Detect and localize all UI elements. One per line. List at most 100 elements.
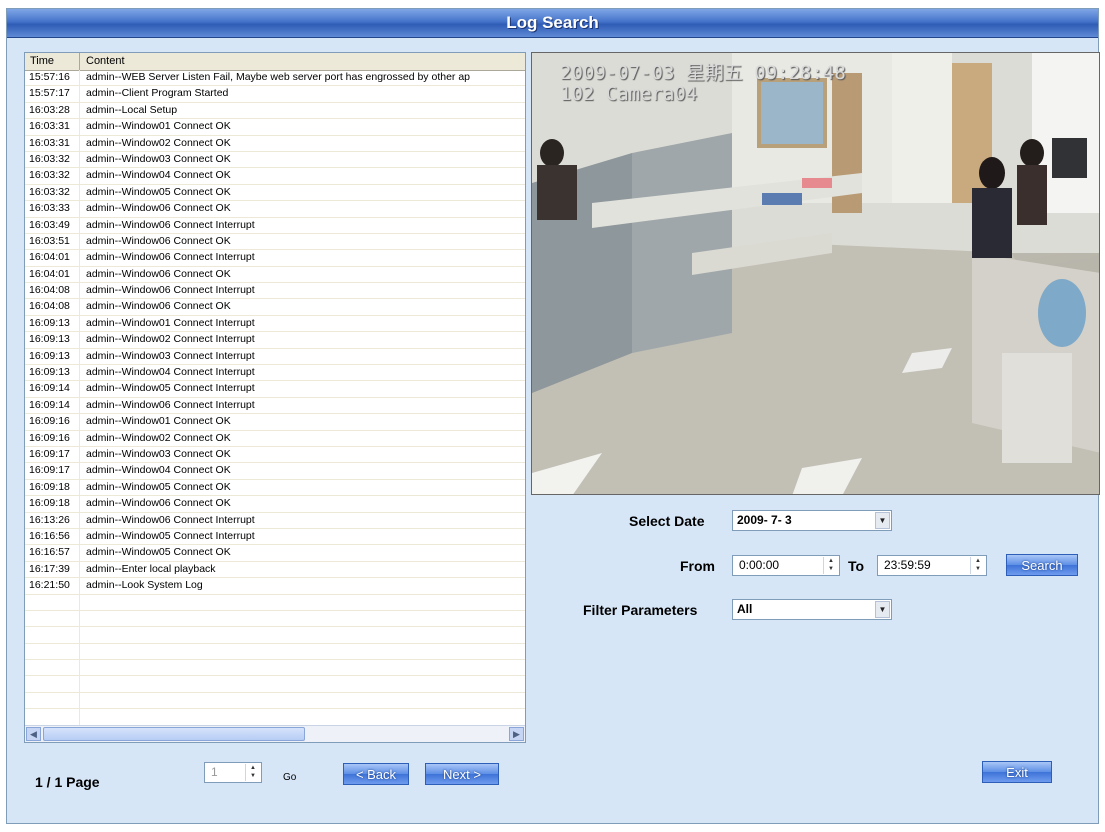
row-content	[80, 660, 525, 675]
table-row[interactable]	[25, 643, 525, 661]
row-time: 16:09:16	[25, 430, 80, 446]
table-row[interactable]: 16:21:50 admin--Look System Log	[25, 578, 525, 595]
table-row[interactable]: 16:03:32 admin--Window05 Connect OK	[25, 184, 525, 202]
column-header-content[interactable]: Content	[80, 53, 525, 70]
video-overlay: 2009-07-03 星期五 09:28:48 102 Camera04	[560, 63, 846, 105]
to-time-spinner[interactable]: 23:59:59 ▲ ▼	[877, 555, 987, 576]
table-row[interactable]: 16:17:39 admin--Enter local playback	[25, 561, 525, 579]
table-row[interactable]	[25, 610, 525, 628]
table-row[interactable]: 16:04:08 admin--Window06 Connect Interrup…	[25, 283, 525, 300]
table-row[interactable]: 16:09:13 admin--Window04 Connect Interrup…	[25, 365, 525, 382]
page-number-value: 1	[211, 765, 218, 779]
table-row[interactable]: 15:57:16 admin--WEB Server Listen Fail, M…	[25, 70, 525, 87]
row-content: admin--Window06 Connect Interrupt	[86, 251, 255, 264]
row-content	[80, 709, 525, 724]
row-time	[25, 676, 80, 692]
filter-parameters-label: Filter Parameters	[583, 602, 698, 618]
table-row[interactable]: 16:13:26 admin--Window06 Connect Interrup…	[25, 512, 525, 529]
filter-parameters-value: All	[737, 602, 753, 616]
exit-button[interactable]: Exit	[982, 761, 1052, 783]
table-row[interactable]: 16:03:33 admin--Window06 Connect OK	[25, 201, 525, 218]
chevron-down-icon[interactable]: ▼	[875, 601, 890, 618]
row-content: admin--Window02 Connect Interrupt	[86, 333, 255, 346]
table-row[interactable]: 16:09:14 admin--Window06 Connect Interrup…	[25, 397, 525, 415]
table-row[interactable]: 16:03:49 admin--Window06 Connect Interrup…	[25, 217, 525, 234]
spinner-arrows-icon[interactable]: ▲ ▼	[970, 557, 985, 574]
row-time: 16:09:14	[25, 381, 80, 397]
scroll-right-icon[interactable]: ▶	[509, 727, 524, 741]
table-row[interactable]: 16:03:31 admin--Window01 Connect OK	[25, 119, 525, 136]
table-row[interactable]	[25, 627, 525, 644]
row-time: 16:09:13	[25, 348, 80, 365]
next-button[interactable]: Next >	[425, 763, 499, 785]
row-time: 16:03:32	[25, 184, 80, 201]
back-button[interactable]: < Back	[343, 763, 409, 785]
table-row[interactable]	[25, 660, 525, 677]
column-header-time[interactable]: Time	[25, 53, 80, 70]
table-row[interactable]: 16:09:13 admin--Window01 Connect Interrup…	[25, 315, 525, 333]
table-row[interactable]: 16:04:08 admin--Window06 Connect OK	[25, 299, 525, 316]
table-row[interactable]: 16:09:16 admin--Window01 Connect OK	[25, 414, 525, 431]
row-content: admin--Window06 Connect Interrupt	[86, 284, 255, 297]
row-time: 16:21:50	[25, 578, 80, 594]
row-content: admin--Window05 Connect Interrupt	[86, 529, 255, 542]
row-content: admin--Window06 Connect OK	[86, 202, 231, 215]
row-content	[80, 595, 525, 610]
spinner-arrows-icon[interactable]: ▲ ▼	[245, 764, 260, 781]
row-time: 16:03:31	[25, 119, 80, 135]
row-content: admin--Window05 Connect OK	[86, 185, 231, 198]
row-content: admin--Window01 Connect OK	[86, 120, 231, 133]
row-content	[80, 693, 525, 708]
table-row[interactable]: 16:09:14 admin--Window05 Connect Interrup…	[25, 381, 525, 398]
row-content: admin--Window03 Connect Interrupt	[86, 349, 255, 362]
table-row[interactable]: 16:09:17 admin--Window03 Connect OK	[25, 446, 525, 464]
table-row[interactable]	[25, 676, 525, 693]
video-timestamp: 2009-07-03 星期五 09:28:48	[560, 62, 846, 84]
table-row[interactable]: 16:04:01 admin--Window06 Connect Interrup…	[25, 250, 525, 267]
row-content: admin--Window02 Connect OK	[86, 136, 231, 149]
row-time: 16:03:31	[25, 135, 80, 151]
table-row[interactable]: 15:57:17 admin--Client Program Started	[25, 86, 525, 103]
row-time	[25, 692, 80, 709]
table-row[interactable]: 16:03:31 admin--Window02 Connect OK	[25, 135, 525, 152]
log-table-header: Time Content	[25, 53, 525, 71]
row-content: admin--Window04 Connect OK	[86, 464, 231, 477]
from-time-spinner[interactable]: 0:00:00 ▲ ▼	[732, 555, 840, 576]
row-content: admin--WEB Server Listen Fail, Maybe web…	[86, 71, 471, 83]
table-row[interactable]: 16:03:28 admin--Local Setup	[25, 102, 525, 120]
log-table[interactable]: Time Content 15:57:16 admin--WEB Server L…	[24, 52, 526, 743]
table-row[interactable]: 16:04:01 admin--Window06 Connect OK	[25, 266, 525, 284]
table-row[interactable]	[25, 692, 525, 710]
table-row[interactable]: 16:03:32 admin--Window04 Connect OK	[25, 168, 525, 185]
select-date-value: 2009- 7- 3	[737, 513, 792, 527]
row-time	[25, 660, 80, 676]
go-label[interactable]: Go	[283, 772, 296, 783]
table-row[interactable]: 16:16:56 admin--Window05 Connect Interrup…	[25, 528, 525, 546]
table-row[interactable]: 16:09:16 admin--Window02 Connect OK	[25, 430, 525, 447]
scroll-left-icon[interactable]: ◀	[26, 727, 41, 741]
table-row[interactable]: 16:09:13 admin--Window02 Connect Interrup…	[25, 332, 525, 349]
filter-parameters-dropdown[interactable]: All ▼	[732, 599, 892, 620]
table-row[interactable]: 16:09:18 admin--Window05 Connect OK	[25, 479, 525, 497]
scroll-thumb[interactable]	[43, 727, 305, 741]
row-content: admin--Window06 Connect Interrupt	[86, 513, 255, 526]
to-time-value: 23:59:59	[884, 558, 931, 572]
horizontal-scrollbar[interactable]: ◀ ▶	[25, 725, 525, 742]
table-row[interactable]: 16:09:17 admin--Window04 Connect OK	[25, 463, 525, 480]
table-row[interactable]	[25, 594, 525, 611]
video-preview: 2009-07-03 星期五 09:28:48 102 Camera04	[531, 52, 1100, 495]
table-row[interactable]: 16:09:18 admin--Window06 Connect OK	[25, 496, 525, 513]
search-button[interactable]: Search	[1006, 554, 1078, 576]
table-row[interactable]: 16:03:51 admin--Window06 Connect OK	[25, 233, 525, 251]
table-row[interactable]: 16:16:57 admin--Window05 Connect OK	[25, 545, 525, 562]
table-row[interactable]	[25, 709, 525, 726]
page-number-input[interactable]: 1 ▲ ▼	[204, 762, 262, 783]
table-row[interactable]: 16:03:32 admin--Window03 Connect OK	[25, 151, 525, 169]
row-time: 15:57:16	[25, 70, 80, 86]
select-date-dropdown[interactable]: 2009- 7- 3 ▼	[732, 510, 892, 531]
row-time: 16:03:49	[25, 217, 80, 233]
table-row[interactable]: 16:09:13 admin--Window03 Connect Interrup…	[25, 348, 525, 366]
to-label: To	[848, 558, 865, 574]
chevron-down-icon[interactable]: ▼	[875, 512, 890, 529]
spinner-arrows-icon[interactable]: ▲ ▼	[823, 557, 838, 574]
